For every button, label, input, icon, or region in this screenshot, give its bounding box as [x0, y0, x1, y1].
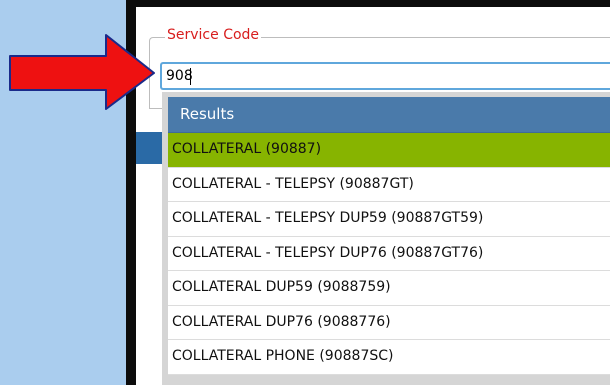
result-item[interactable]: COLLATERAL DUP76 (9088776): [168, 305, 610, 340]
arrow-right-icon: [9, 34, 155, 110]
result-item[interactable]: COLLATERAL - TELEPSY DUP59 (90887GT59): [168, 202, 610, 237]
result-item[interactable]: COLLATERAL - TELEPSY DUP76 (90887GT76): [168, 236, 610, 271]
side-panel-edge: [136, 132, 162, 164]
service-code-input[interactable]: [160, 62, 610, 90]
text-caret: [190, 68, 191, 85]
result-item[interactable]: COLLATERAL DUP59 (9088759): [168, 271, 610, 306]
result-item[interactable]: COLLATERAL (90887): [168, 133, 610, 168]
service-code-window: Service Code Results COLLATERAL (90887) …: [136, 7, 610, 385]
results-header: Results: [168, 97, 610, 133]
arrow-shape: [9, 34, 155, 110]
service-code-label: Service Code: [165, 26, 262, 44]
result-item[interactable]: COLLATERAL - TELEPSY (90887GT): [168, 167, 610, 202]
result-item[interactable]: COLLATERAL PHONE (90887SC): [168, 340, 610, 375]
results-dropdown[interactable]: Results COLLATERAL (90887) COLLATERAL - …: [162, 92, 610, 385]
